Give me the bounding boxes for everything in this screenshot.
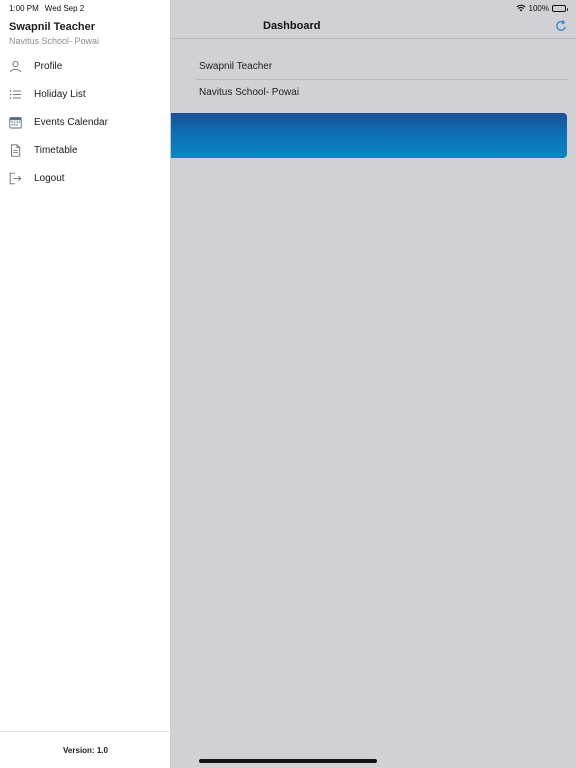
menu-item-logout[interactable]: Logout (0, 164, 171, 192)
drawer-menu: Profile Holiday List Events Calendar Tim… (0, 52, 171, 192)
menu-item-label: Events Calendar (34, 116, 108, 128)
menu-item-label: Profile (34, 60, 63, 72)
divider (196, 79, 568, 80)
menu-item-label: Holiday List (34, 88, 86, 100)
wifi-icon (515, 4, 526, 12)
school-name-row: Navitus School- Powai (199, 87, 300, 98)
menu-item-timetable[interactable]: Timetable (0, 136, 171, 164)
status-bar-left: 1:00 PM Wed Sep 2 (9, 2, 84, 14)
menu-item-label: Logout (34, 172, 65, 184)
app-screen: 100% Dashboard Swapnil Teacher Navitus S… (0, 0, 576, 768)
drawer-user-name: Swapnil Teacher (9, 21, 95, 33)
document-icon (9, 143, 22, 157)
home-indicator[interactable] (199, 759, 377, 763)
person-icon (9, 60, 22, 73)
status-bar-right: 100% (515, 2, 568, 14)
menu-item-holiday-list[interactable]: Holiday List (0, 80, 171, 108)
battery-icon (552, 4, 568, 12)
logout-icon (9, 172, 22, 185)
navigation-bar: Dashboard (171, 14, 576, 39)
calendar-icon (9, 116, 22, 129)
status-time: 1:00 PM (9, 3, 39, 13)
page-title: Dashboard (263, 20, 321, 32)
list-icon (9, 88, 22, 101)
refresh-icon[interactable] (554, 19, 568, 33)
menu-item-events-calendar[interactable]: Events Calendar (0, 108, 171, 136)
side-drawer: 1:00 PM Wed Sep 2 Swapnil Teacher Navitu… (0, 0, 171, 768)
menu-item-profile[interactable]: Profile (0, 52, 171, 80)
battery-percent: 100% (528, 3, 549, 13)
teacher-name-row: Swapnil Teacher (199, 61, 273, 72)
menu-item-label: Timetable (34, 144, 78, 156)
version-label: Version: 1.0 (0, 731, 171, 768)
drawer-school-name: Navitus School- Powai (9, 36, 100, 46)
status-date: Wed Sep 2 (44, 3, 85, 13)
dashboard-banner[interactable] (160, 113, 567, 158)
